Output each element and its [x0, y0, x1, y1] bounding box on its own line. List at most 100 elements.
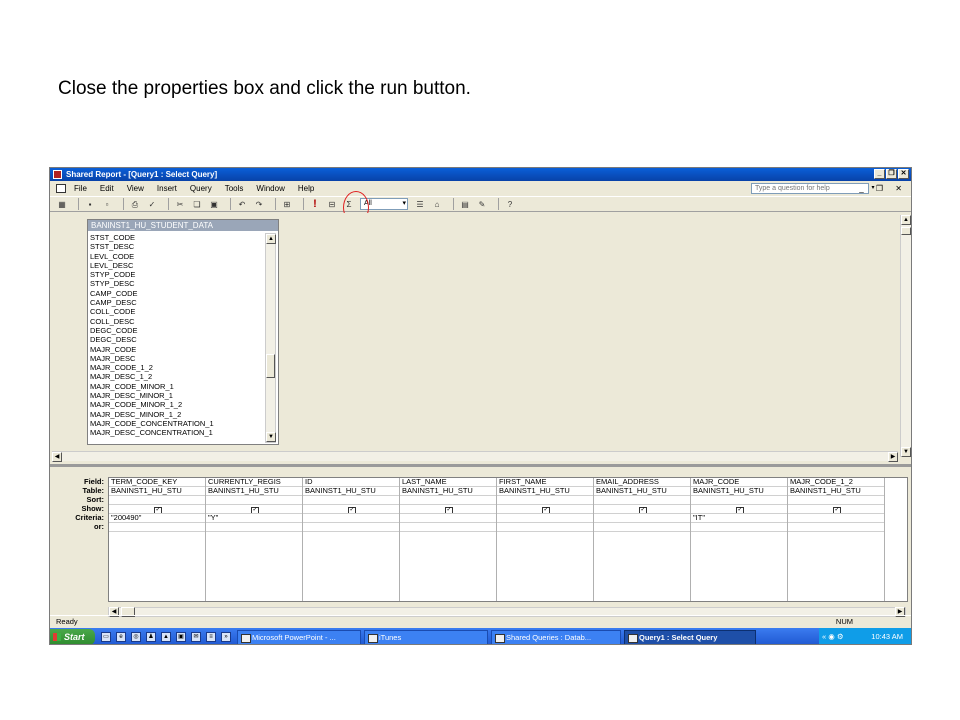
show-cell[interactable]: ✓ — [303, 505, 399, 514]
scroll-up-icon[interactable]: ▲ — [266, 234, 276, 244]
field-list-item[interactable]: COLL_CODE — [90, 307, 266, 316]
field-cell[interactable]: MAJR_CODE_1_2 — [788, 478, 884, 487]
print-preview-icon[interactable]: ▫ — [101, 199, 113, 210]
view-icon[interactable]: ▦ — [56, 199, 68, 210]
new-object-icon[interactable]: ✎ — [476, 199, 488, 210]
show-cell[interactable]: ✓ — [497, 505, 593, 514]
field-list-item[interactable]: DEGC_DESC — [90, 335, 266, 344]
pane-splitter[interactable] — [50, 464, 911, 467]
field-list-scrollbar[interactable]: ▲ ▼ — [265, 233, 276, 443]
print-icon[interactable]: ⎙ — [129, 199, 141, 210]
table-cell[interactable]: BANINST1_HU_STU — [206, 487, 302, 496]
scroll-up-icon[interactable]: ▲ — [901, 215, 911, 225]
table-title[interactable]: BANINST1_HU_STUDENT_DATA — [88, 220, 278, 231]
field-list-item[interactable]: MAJR_DESC_1_2 — [90, 372, 266, 381]
app-icon[interactable]: ◎ — [131, 632, 141, 642]
field-list-item[interactable]: MAJR_CODE_MINOR_1 — [90, 382, 266, 391]
show-cell[interactable]: ✓ — [400, 505, 496, 514]
field-cell[interactable]: MAJR_CODE — [691, 478, 787, 487]
show-cell[interactable]: ✓ — [788, 505, 884, 514]
field-list-item[interactable]: LEVL_DESC — [90, 261, 266, 270]
field-list-item[interactable]: MAJR_CODE — [90, 345, 266, 354]
field-list-item[interactable]: STST_DESC — [90, 242, 266, 251]
show-checkbox[interactable]: ✓ — [154, 507, 162, 513]
criteria-cell[interactable]: "Y" — [206, 514, 302, 523]
cut-icon[interactable]: ✂ — [174, 199, 186, 210]
menu-insert[interactable]: Insert — [157, 184, 177, 193]
run-icon[interactable]: ! — [309, 198, 321, 210]
table-cell[interactable]: BANINST1_HU_STU — [594, 487, 690, 496]
copy-icon[interactable]: ❏ — [191, 199, 203, 210]
criteria-cell[interactable]: "IT" — [691, 514, 787, 523]
build-icon[interactable]: ⌂ — [431, 199, 443, 210]
help-search-input[interactable]: Type a question for help — [751, 183, 869, 194]
menu-edit[interactable]: Edit — [100, 184, 114, 193]
field-list-item[interactable]: MAJR_CODE_MINOR_1_2 — [90, 400, 266, 409]
taskbar-button-query1[interactable]: Query1 : Select Query — [624, 629, 756, 644]
field-list-item[interactable]: MAJR_DESC_MINOR_1_2 — [90, 410, 266, 419]
field-cell[interactable]: TERM_CODE_KEY — [109, 478, 205, 487]
table-cell[interactable]: BANINST1_HU_STU — [109, 487, 205, 496]
criteria-cell[interactable] — [788, 514, 884, 523]
criteria-cell[interactable]: "200490" — [109, 514, 205, 523]
more-icon[interactable]: » — [221, 632, 231, 642]
field-list-item[interactable]: MAJR_CODE_CONCENTRATION_1 — [90, 419, 266, 428]
field-list-item[interactable]: STYP_CODE — [90, 270, 266, 279]
show-checkbox[interactable]: ✓ — [251, 507, 259, 513]
table-pane-vertical-scrollbar[interactable]: ▲ ▼ — [900, 215, 911, 457]
sort-cell[interactable] — [788, 496, 884, 505]
table-cell[interactable]: BANINST1_HU_STU — [400, 487, 496, 496]
scroll-down-icon[interactable]: ▼ — [266, 432, 276, 442]
browser-icon[interactable]: e — [116, 632, 126, 642]
or-cell[interactable] — [109, 523, 205, 532]
database-window-icon[interactable]: ▤ — [459, 199, 471, 210]
show-checkbox[interactable]: ✓ — [736, 507, 744, 513]
scroll-left-icon[interactable]: ◀ — [52, 452, 62, 462]
paste-icon[interactable]: ▣ — [208, 199, 220, 210]
start-button[interactable]: Start — [50, 629, 95, 644]
table-pane-horizontal-scrollbar[interactable]: ◀ ▶ — [52, 451, 898, 462]
show-checkbox[interactable]: ✓ — [639, 507, 647, 513]
menu-tools[interactable]: Tools — [225, 184, 244, 193]
menu-help[interactable]: Help — [298, 184, 314, 193]
show-cell[interactable]: ✓ — [206, 505, 302, 514]
scroll-right-icon[interactable]: ▶ — [888, 452, 898, 462]
tray-icons[interactable]: « ◉ ⚙ — [822, 632, 844, 641]
scroll-thumb[interactable] — [901, 227, 911, 235]
minimize-button[interactable]: _ — [874, 169, 885, 179]
app-icon[interactable]: ✉ — [191, 632, 201, 642]
criteria-cell[interactable] — [497, 514, 593, 523]
field-list-item[interactable]: MAJR_DESC — [90, 354, 266, 363]
query-document-icon[interactable] — [56, 184, 66, 193]
field-list-item[interactable]: COLL_DESC — [90, 317, 266, 326]
properties-icon[interactable]: ☰ — [414, 199, 426, 210]
sort-cell[interactable] — [400, 496, 496, 505]
menu-query[interactable]: Query — [190, 184, 212, 193]
help-icon[interactable]: ? — [504, 199, 516, 210]
taskbar-button-itunes[interactable]: iTunes — [364, 629, 488, 644]
show-checkbox[interactable]: ✓ — [348, 507, 356, 513]
scroll-thumb[interactable] — [266, 354, 275, 378]
or-cell[interactable] — [691, 523, 787, 532]
app-icon[interactable]: ▣ — [176, 632, 186, 642]
scroll-down-icon[interactable]: ▼ — [901, 447, 911, 457]
table-cell[interactable]: BANINST1_HU_STU — [788, 487, 884, 496]
field-cell[interactable]: EMAIL_ADDRESS — [594, 478, 690, 487]
maximize-button[interactable]: ❐ — [886, 169, 897, 179]
sort-cell[interactable] — [691, 496, 787, 505]
field-list-item[interactable]: MAJR_CODE_1_2 — [90, 363, 266, 372]
field-list-item[interactable]: STYP_DESC — [90, 279, 266, 288]
field-cell[interactable]: CURRENTLY_REGIS — [206, 478, 302, 487]
field-cell[interactable]: ID — [303, 478, 399, 487]
field-list-item[interactable]: DEGC_CODE — [90, 326, 266, 335]
taskbar-button-shared-queries[interactable]: Shared Queries : Datab... — [491, 629, 621, 644]
criteria-cell[interactable] — [400, 514, 496, 523]
app-icon[interactable]: ≡ — [206, 632, 216, 642]
show-table-icon[interactable]: ⊟ — [326, 199, 338, 210]
sort-cell[interactable] — [303, 496, 399, 505]
or-cell[interactable] — [303, 523, 399, 532]
table-cell[interactable]: BANINST1_HU_STU — [303, 487, 399, 496]
app-icon[interactable]: ▲ — [161, 632, 171, 642]
criteria-cell[interactable] — [594, 514, 690, 523]
menu-window[interactable]: Window — [256, 184, 284, 193]
